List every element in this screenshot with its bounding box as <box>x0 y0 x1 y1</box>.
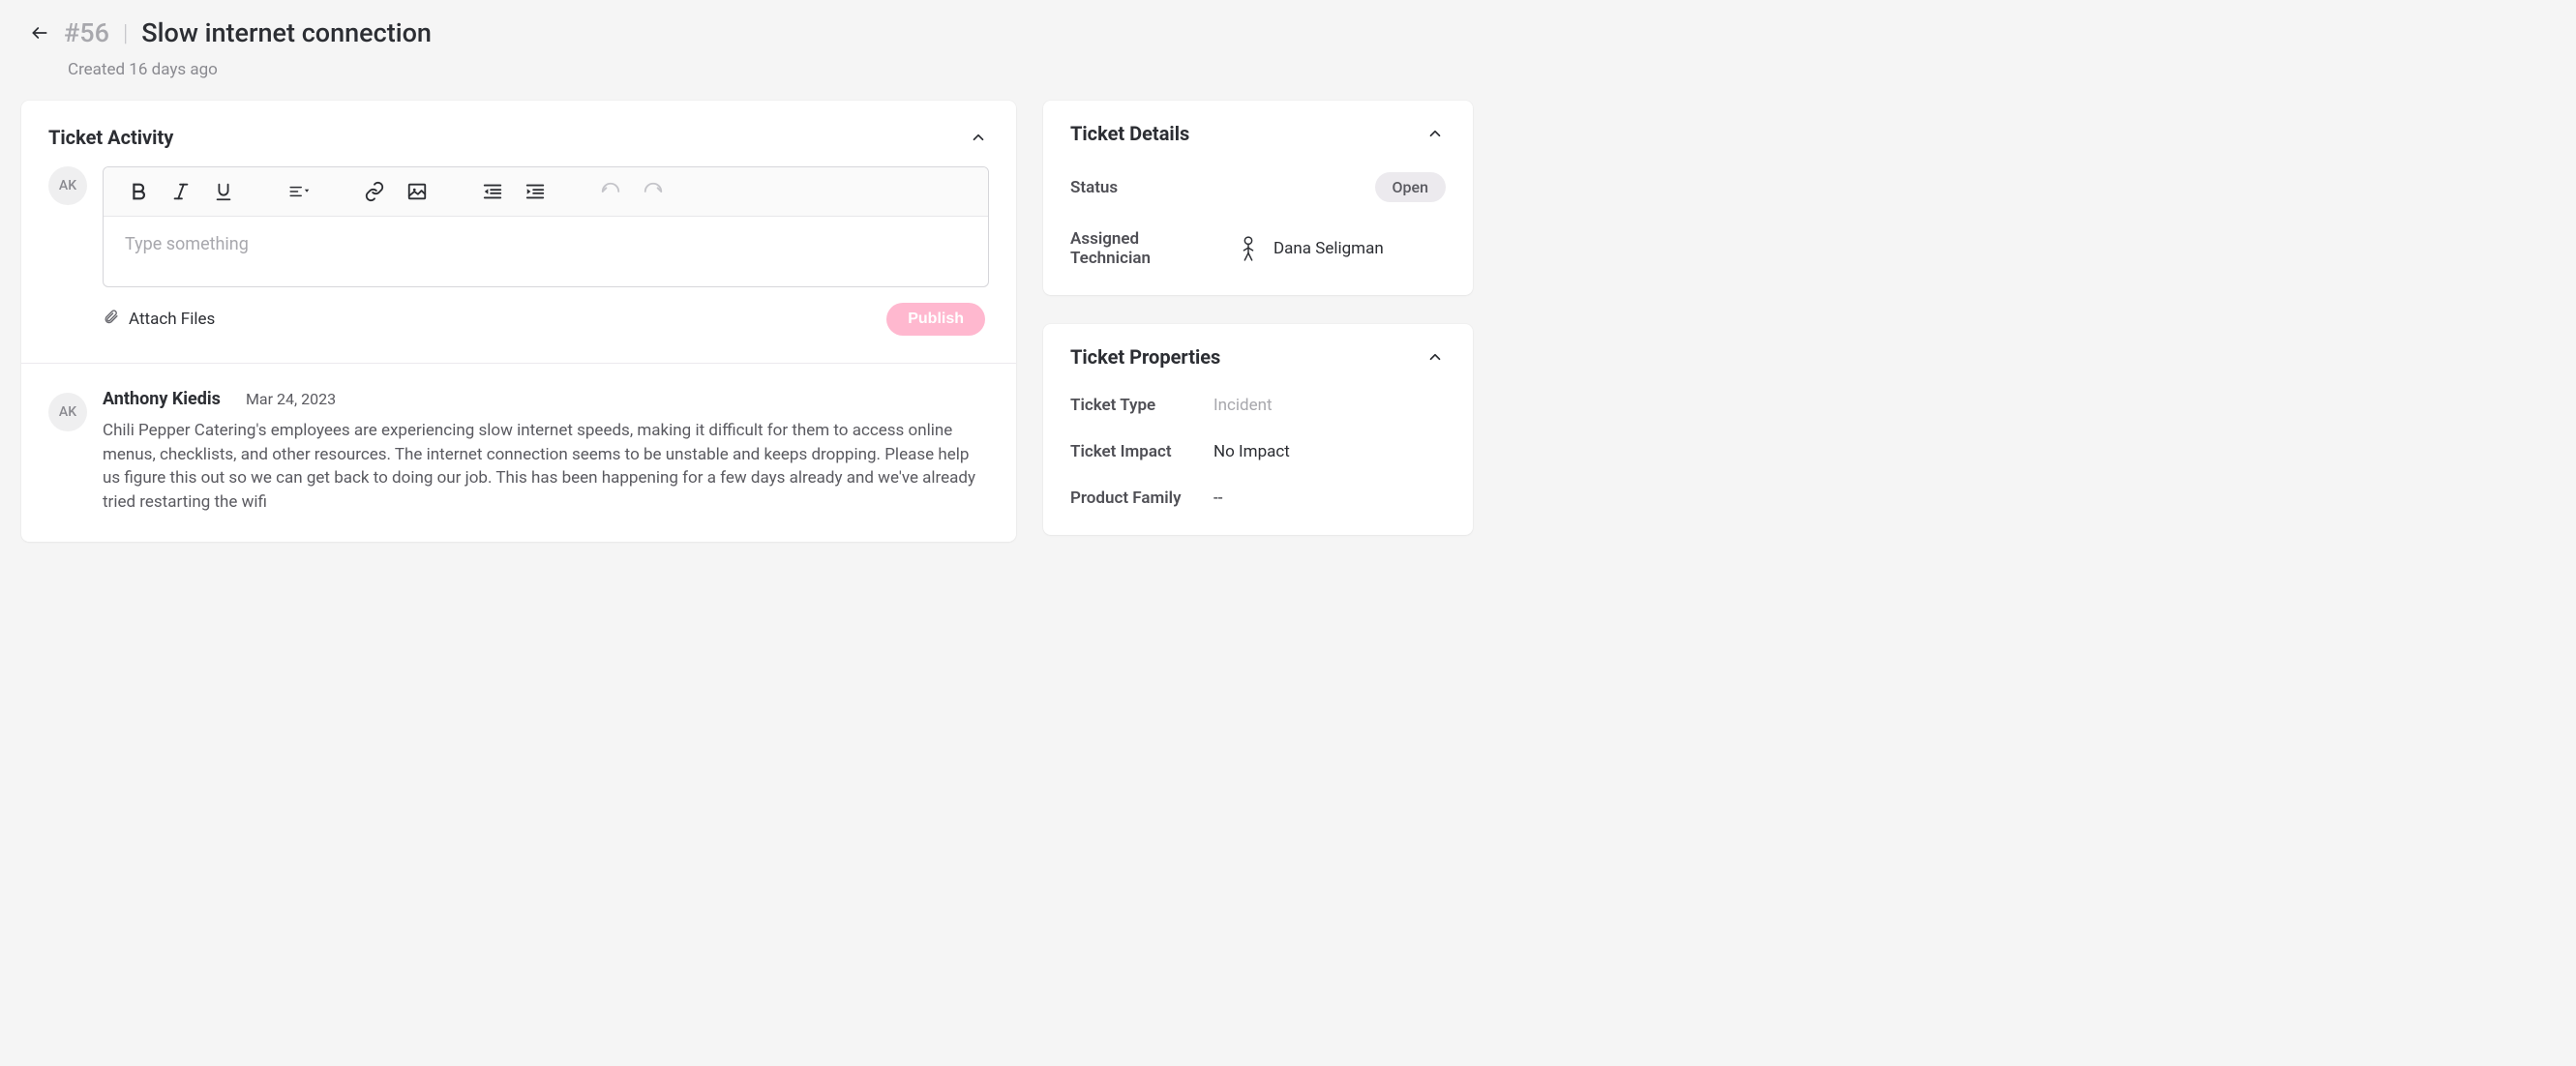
indent-button[interactable] <box>514 173 556 210</box>
link-button[interactable] <box>353 173 396 210</box>
type-label: Ticket Type <box>1070 396 1213 415</box>
family-label: Product Family <box>1070 489 1213 508</box>
collapse-properties-chevron-icon[interactable] <box>1424 346 1446 368</box>
ticket-header: #56 | Slow internet connection <box>0 17 2576 54</box>
italic-button[interactable] <box>160 173 202 210</box>
activity-title: Ticket Activity <box>48 126 173 149</box>
impact-label: Ticket Impact <box>1070 442 1213 461</box>
editor-toolbar <box>104 167 988 217</box>
back-arrow-icon[interactable] <box>29 22 50 44</box>
ticket-activity-card: Ticket Activity AK <box>21 101 1016 542</box>
comment-input[interactable]: Type something <box>104 217 988 286</box>
created-timestamp: Created 16 days ago <box>0 54 2576 101</box>
ticket-properties-card: Ticket Properties Ticket Type Incident T… <box>1043 324 1473 535</box>
publish-button[interactable]: Publish <box>886 303 985 336</box>
collapse-details-chevron-icon[interactable] <box>1424 123 1446 144</box>
image-button[interactable] <box>396 173 438 210</box>
technician-name: Dana Seligman <box>1273 239 1384 258</box>
underline-button[interactable] <box>202 173 245 210</box>
comment-date: Mar 24, 2023 <box>246 390 336 408</box>
impact-value[interactable]: No Impact <box>1213 442 1290 461</box>
comment-body: Chili Pepper Catering's employees are ex… <box>103 419 989 515</box>
properties-title: Ticket Properties <box>1070 345 1220 369</box>
redo-button[interactable] <box>632 173 674 210</box>
editor-box: Type something <box>103 166 989 287</box>
bold-button[interactable] <box>117 173 160 210</box>
status-badge[interactable]: Open <box>1375 172 1447 202</box>
comment-avatar: AK <box>48 393 87 431</box>
ticket-id: #56 <box>64 17 109 48</box>
technician-label: Assigned Technician <box>1070 229 1217 268</box>
composer-avatar: AK <box>48 166 87 205</box>
ticket-details-card: Ticket Details Status Open Assigned Tech… <box>1043 101 1473 295</box>
comment-author: Anthony Kiedis <box>103 389 221 409</box>
type-value[interactable]: Incident <box>1213 396 1273 415</box>
align-dropdown-button[interactable] <box>278 173 320 210</box>
attach-files-button[interactable]: Attach Files <box>103 309 215 330</box>
person-icon <box>1237 235 1260 262</box>
details-title: Ticket Details <box>1070 122 1189 145</box>
attach-files-label: Attach Files <box>129 310 215 329</box>
status-label: Status <box>1070 178 1217 197</box>
comment-item: AK Anthony Kiedis Mar 24, 2023 Chili Pep… <box>21 364 1016 542</box>
collapse-activity-chevron-icon[interactable] <box>968 127 989 148</box>
outdent-button[interactable] <box>471 173 514 210</box>
ticket-title: Slow internet connection <box>141 17 432 48</box>
family-value[interactable]: -- <box>1213 489 1222 508</box>
undo-button[interactable] <box>589 173 632 210</box>
title-divider: | <box>123 19 128 46</box>
paperclip-icon <box>103 309 119 330</box>
